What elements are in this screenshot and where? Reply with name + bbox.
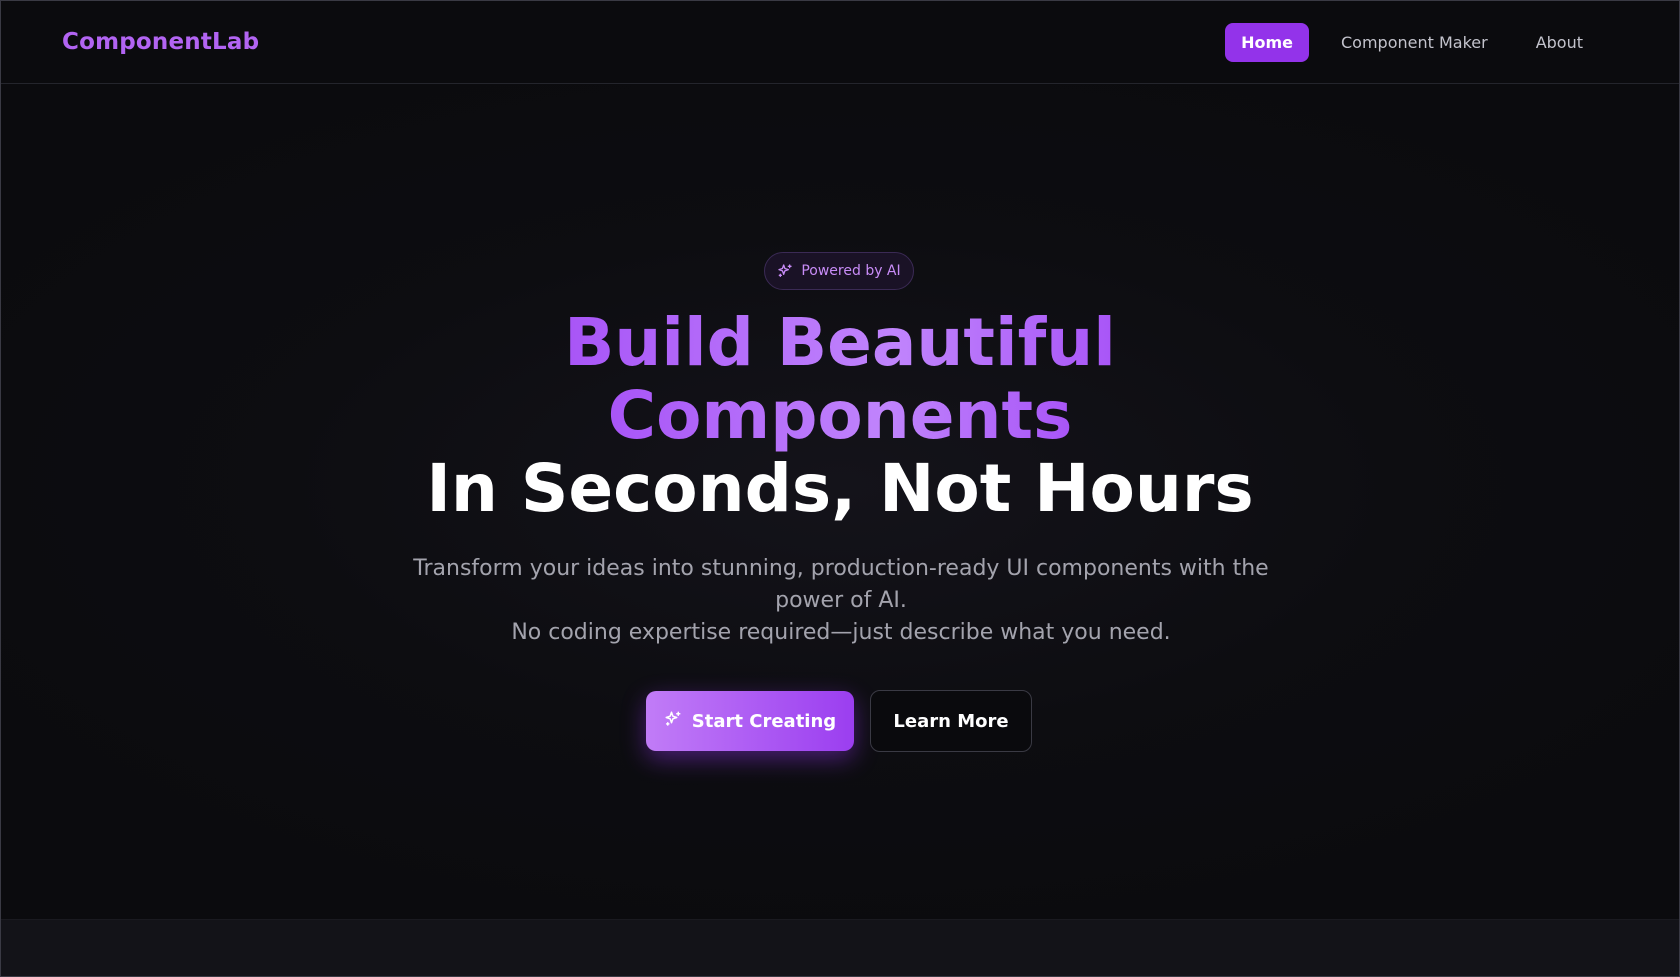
hero-subtitle: Transform your ideas into stunning, prod… — [411, 553, 1271, 649]
brand-logo[interactable]: ComponentLab — [62, 29, 259, 55]
sparkles-icon — [777, 263, 793, 279]
powered-by-ai-badge: Powered by AI — [764, 252, 914, 290]
headline-text-1: Build Beautiful — [564, 304, 1116, 381]
hero-section: Powered by AI Build Beautiful Components… — [1, 85, 1679, 919]
headline-text-2: Components — [607, 377, 1073, 454]
next-section-edge — [1, 919, 1679, 976]
sparkles-icon — [664, 710, 682, 733]
badge-label: Powered by AI — [801, 263, 901, 279]
start-creating-button[interactable]: Start Creating — [646, 691, 854, 751]
headline-line-1: Build Beautiful — [1, 307, 1679, 379]
headline-line-2: Components — [1, 380, 1679, 452]
start-creating-label: Start Creating — [691, 710, 837, 732]
nav-links: Home Component Maker About — [1225, 22, 1599, 62]
subtitle-line-1: Transform your ideas into stunning, prod… — [413, 556, 1269, 613]
nav-home[interactable]: Home — [1225, 22, 1309, 62]
page: ComponentLab Home Component Maker About … — [0, 0, 1680, 977]
top-navbar: ComponentLab Home Component Maker About — [1, 1, 1679, 84]
learn-more-button[interactable]: Learn More — [870, 690, 1032, 752]
headline-line-3: In Seconds, Not Hours — [426, 450, 1254, 527]
nav-about[interactable]: About — [1520, 23, 1599, 62]
subtitle-line-2: No coding expertise required—just descri… — [511, 620, 1171, 645]
nav-component-maker[interactable]: Component Maker — [1325, 23, 1504, 62]
